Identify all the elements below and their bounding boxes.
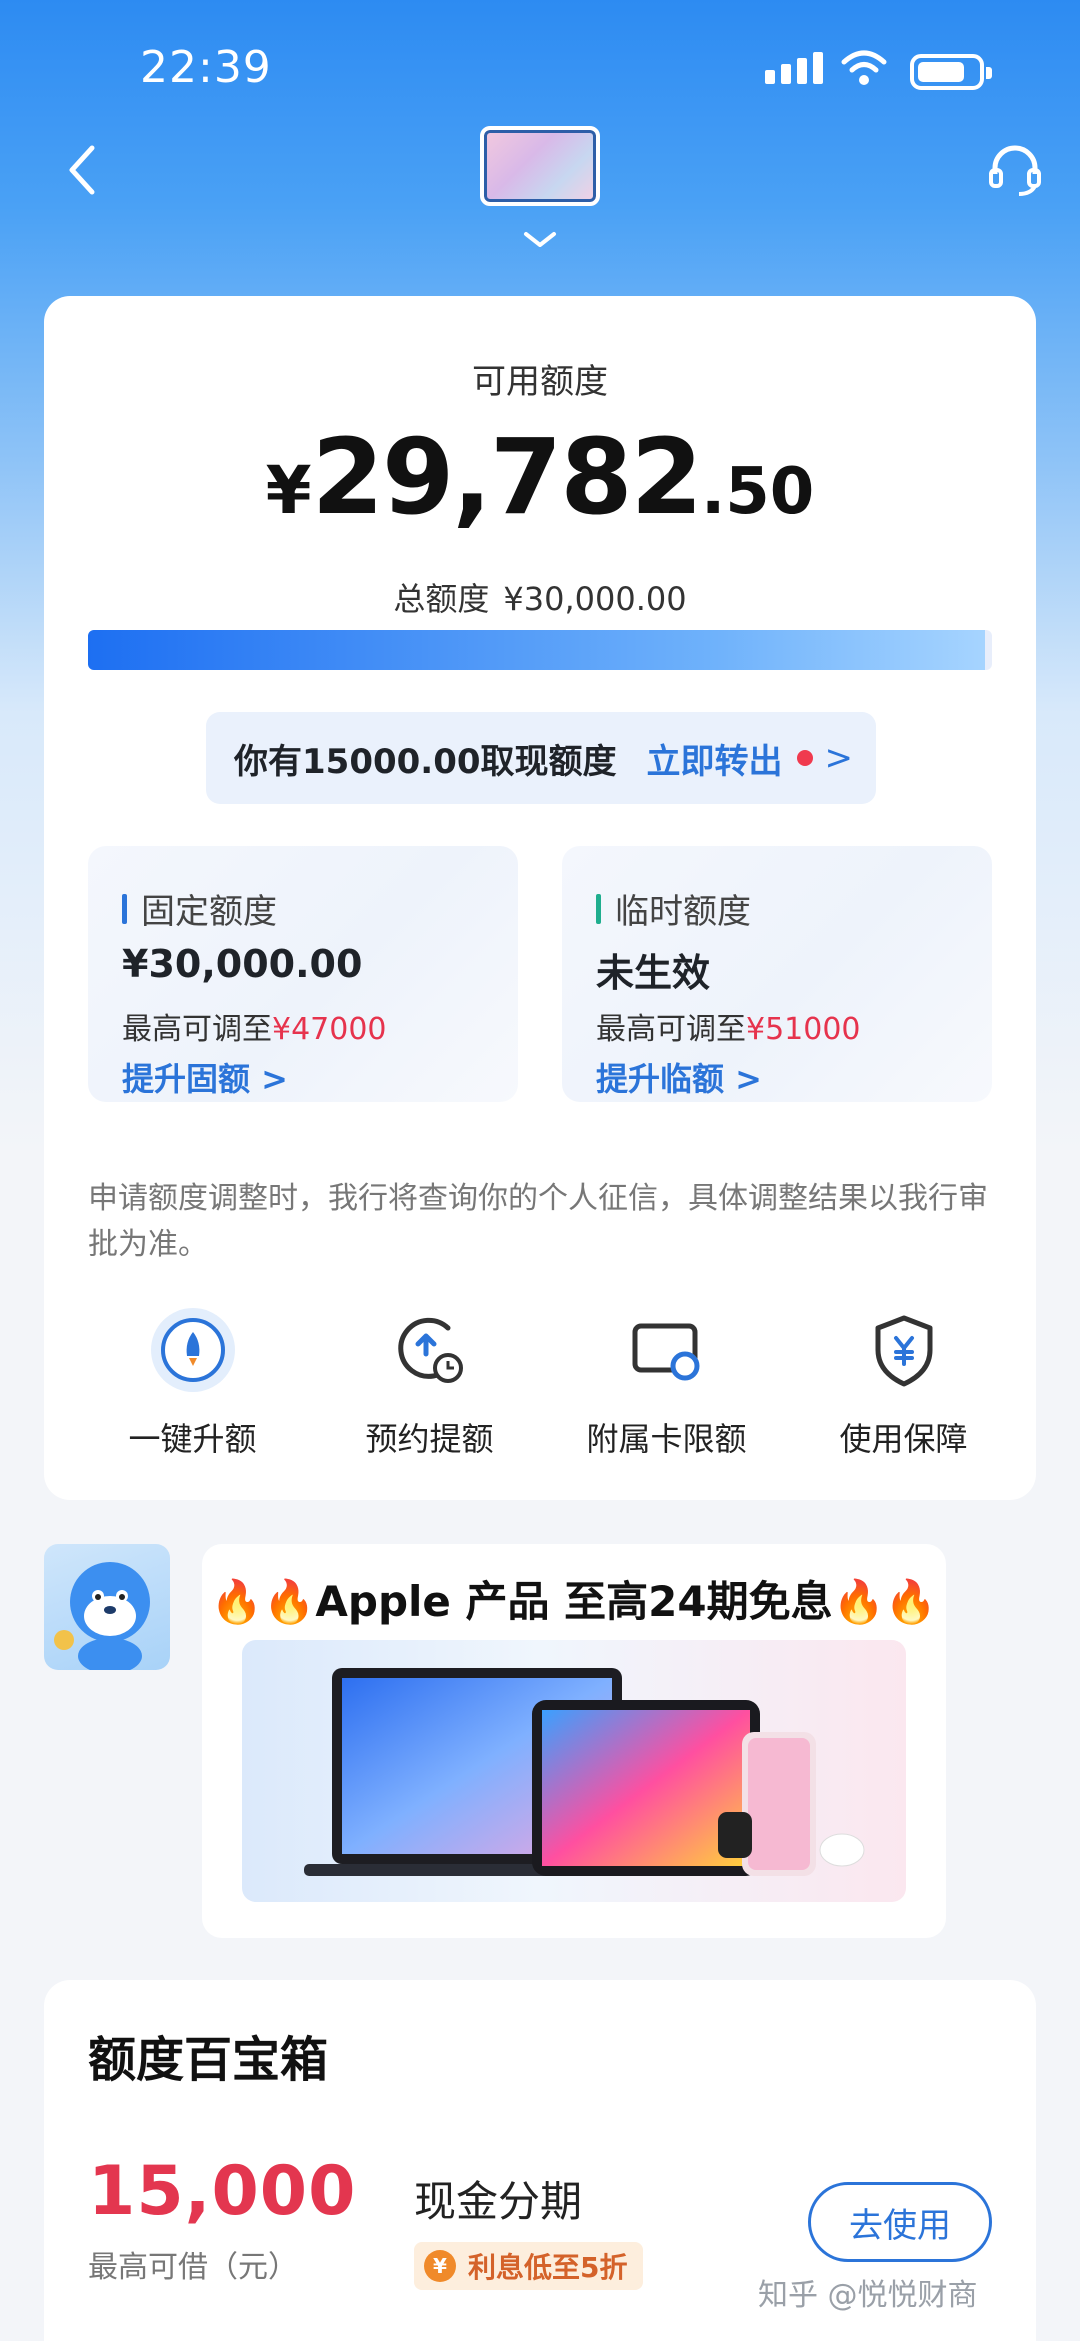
- total-label: 总额度: [393, 580, 490, 618]
- status-bar: 22:39: [0, 0, 1080, 130]
- quick-actions: 一键升额 预约提额 附属卡限额 使用保障: [44, 1306, 1036, 1460]
- credit-card-panel: 可用额度 ¥29,782.50 总额度 ¥30,000.00 你有15000.00…: [44, 296, 1036, 1500]
- watermark: 知乎 @悦悦财商: [758, 2278, 978, 2313]
- cash-advance-text: 你有15000.00取现额度: [234, 741, 617, 782]
- temporary-quota-max: 最高可调至¥51000: [596, 1012, 861, 1047]
- treasure-box-title: 额度百宝箱: [88, 2032, 329, 2088]
- total-credit: 总额度 ¥30,000.00: [44, 574, 1036, 620]
- status-time: 22:39: [140, 42, 272, 93]
- yen-shield-icon: [875, 1315, 932, 1387]
- mascot-image: [54, 1562, 150, 1670]
- card-thumbnail[interactable]: [480, 126, 600, 206]
- cash-transfer-link[interactable]: 立即转出: [647, 734, 783, 783]
- fixed-quota-title: 固定额度: [122, 884, 277, 933]
- fixed-quota-max: 最高可调至¥47000: [122, 1012, 387, 1047]
- fixed-quota-value: ¥30,000.00: [122, 942, 363, 986]
- apple-promo-card[interactable]: 🔥🔥Apple 产品 至高24期免息🔥🔥: [202, 1544, 946, 1938]
- action-label: 附属卡限额: [586, 1420, 747, 1458]
- credit-usage-fill: [88, 630, 986, 670]
- cash-advance-banner[interactable]: 你有15000.00取现额度 立即转出 >: [206, 712, 876, 804]
- interest-discount-badge: ¥ 利息低至5折: [414, 2242, 644, 2290]
- wifi-icon: [841, 50, 887, 85]
- temporary-quota-title: 临时额度: [596, 884, 751, 933]
- battery-icon: [910, 54, 992, 90]
- back-icon[interactable]: [60, 140, 110, 200]
- customer-service-icon[interactable]: [985, 140, 1045, 200]
- action-label: 一键升额: [128, 1420, 257, 1458]
- available-amount: ¥29,782.50: [44, 416, 1036, 538]
- clock-upload-icon: [397, 1317, 463, 1383]
- use-button[interactable]: 去使用: [808, 2182, 992, 2262]
- action-label: 使用保障: [839, 1420, 968, 1458]
- action-usage-protection[interactable]: 使用保障: [785, 1306, 1022, 1460]
- cash-installment-title: 现金分期: [414, 2177, 583, 2226]
- max-loan-label: 最高可借（元）: [88, 2250, 298, 2285]
- raise-temporary-link[interactable]: 提升临额 >: [596, 1054, 762, 1100]
- max-loan-amount: 15,000: [88, 2152, 357, 2231]
- temporary-quota-card[interactable]: 临时额度 未生效 最高可调至¥51000 提升临额 >: [562, 846, 992, 1102]
- action-label: 预约提额: [365, 1420, 494, 1458]
- available-int: 29,782: [311, 416, 703, 538]
- action-supplementary-limit[interactable]: 附属卡限额: [548, 1306, 785, 1460]
- available-dec: .50: [700, 455, 815, 529]
- notification-dot: [796, 750, 813, 766]
- card-link-icon: [632, 1323, 699, 1381]
- promo-title: 🔥🔥Apple 产品 至高24期免息🔥🔥: [210, 1577, 938, 1626]
- rocket-icon: [150, 1308, 235, 1392]
- chevron-down-icon[interactable]: [522, 230, 558, 250]
- signal-icon: [765, 52, 823, 84]
- currency-symbol: ¥: [265, 452, 312, 529]
- available-label: 可用额度: [472, 362, 608, 402]
- coin-icon: ¥: [424, 2250, 456, 2282]
- action-schedule-raise[interactable]: 预约提额: [311, 1306, 548, 1460]
- fixed-quota-card[interactable]: 固定额度 ¥30,000.00 最高可调至¥47000 提升固额 >: [88, 846, 518, 1102]
- credit-usage-bar: [88, 630, 992, 670]
- credit-check-note: 申请额度调整时，我行将查询你的个人征信，具体调整结果以我行审批为准。: [88, 1181, 988, 1262]
- action-one-click-raise[interactable]: 一键升额: [74, 1306, 311, 1460]
- raise-fixed-link[interactable]: 提升固额 >: [122, 1054, 288, 1100]
- apple-products-image: [242, 1640, 906, 1902]
- chevron-right-icon: >: [824, 738, 854, 778]
- temporary-quota-value: 未生效: [596, 951, 711, 995]
- mascot-avatar[interactable]: [44, 1544, 170, 1670]
- total-value: ¥30,000.00: [503, 580, 687, 618]
